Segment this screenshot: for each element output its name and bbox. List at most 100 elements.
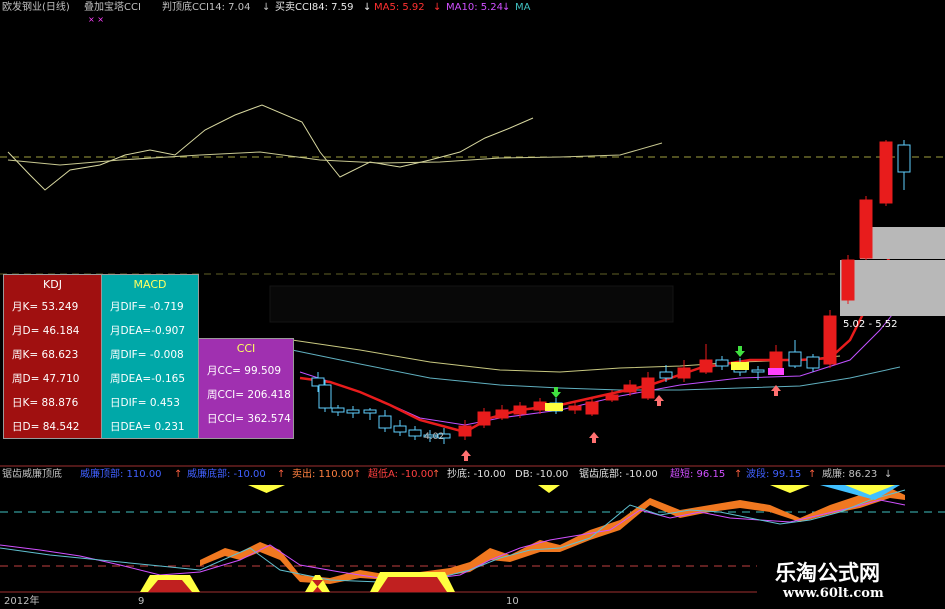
cci-row: 周CCI= 206.418 [207, 389, 291, 401]
ma5-arrow: ↓ [433, 2, 442, 13]
lower-readout-sell: 卖出: 110.00 [292, 469, 354, 480]
candle-body [841, 259, 855, 301]
cci-panel: CCI 月CC= 99.509 周CCI= 206.418 日CCI= 362.… [198, 338, 294, 439]
candle-body [513, 405, 527, 415]
lower-readout-williams: 威廉: 86.23 [822, 469, 878, 480]
cci84-arrow: ↓ [363, 2, 372, 13]
kdj-panel: KDJ 月K= 53.249 月D= 46.184 周K= 68.623 周D=… [3, 274, 102, 439]
candle-body [823, 315, 837, 365]
top-signal-shape [538, 485, 560, 493]
buy-arrow-icon [589, 432, 599, 443]
lower-readout-arrow: ↑ [353, 469, 362, 480]
candle-body [788, 351, 802, 367]
ma5-readout: MA5: 5.92 [374, 2, 425, 13]
magenta-signal-candle [768, 368, 784, 375]
candle-body [715, 359, 729, 367]
kdj-row: 周D= 47.710 [12, 373, 80, 385]
top-signal-shape [770, 485, 810, 493]
macd-row: 月DIF= -0.719 [110, 301, 184, 313]
low-price-label: 4.02 [424, 432, 445, 442]
lower-readout-arrow: ↑ [432, 469, 441, 480]
kdj-row: 周K= 68.623 [12, 349, 79, 361]
cci14-line [7, 104, 534, 191]
indicator-name: 叠加宝塔CCI [84, 2, 141, 13]
cci-row: 月CC= 99.509 [207, 365, 282, 377]
candle-body [897, 144, 911, 173]
kdj-title: KDJ [43, 278, 62, 291]
lower-readout-superlow: 超低A: -10.00 [368, 469, 434, 480]
candle-body [769, 351, 783, 371]
candle-body [623, 384, 637, 393]
time-axis-month-9: 9 [138, 596, 145, 607]
candle-body [533, 401, 547, 411]
buy-arrow-icon [461, 450, 471, 461]
lower-readout-arrow: ↓ [884, 469, 893, 480]
lower-readout-williams-bottom: 威廉底部: -10.00 [187, 469, 266, 480]
cci84-line [7, 142, 663, 166]
sell-arrow-icon [735, 346, 745, 357]
chart-window: 欧发钢业(日线) 叠加宝塔CCI 判顶底CCI14: 7.04 ↓ 买卖CCI8… [0, 0, 945, 609]
candle-body [378, 415, 392, 429]
price-range-label: 5.02 - 5.52 [843, 319, 898, 330]
lower-readout-ultrashort: 超短: 96.15 [670, 469, 726, 480]
kdj-row: 月D= 46.184 [12, 325, 80, 337]
lower-readout-swing: 波段: 99.15 [746, 469, 802, 480]
candle-body [346, 409, 360, 414]
cci-row: 日CCI= 362.574 [207, 413, 291, 425]
ma10-readout: MA10: 5.24 [446, 2, 504, 13]
kdj-row: 日D= 84.542 [12, 421, 80, 433]
lower-readout-sawtooth-bottom: 锯齿底部: -10.00 [579, 469, 658, 480]
cci84-readout: 买卖CCI84: 7.59 [275, 2, 354, 13]
lower-readout-arrow: ↑ [277, 469, 286, 480]
sell-arrow-icon [551, 387, 561, 398]
macd-row: 周DEA=-0.165 [110, 373, 186, 385]
buy-arrow-icon [654, 395, 664, 406]
candle-body [859, 199, 873, 259]
dim-overlay-block [269, 285, 674, 323]
candle-body [659, 371, 673, 379]
macd-row: 周DIF= -0.008 [110, 349, 184, 361]
macd-row: 日DIF= 0.453 [110, 397, 180, 409]
candle-body [363, 409, 377, 414]
candle-body [318, 384, 332, 409]
yellow-signal-candle [545, 403, 563, 411]
candle-body [677, 367, 691, 379]
candle-body [585, 401, 599, 415]
time-axis-year: 2012年 [4, 596, 40, 607]
stock-title: 欧发钢业(日线) [2, 2, 70, 13]
top-signal-shape [248, 485, 285, 493]
macd-title: MACD [133, 278, 167, 291]
overlay-block [533, 12, 945, 140]
ma-more-readout: MA [515, 2, 531, 13]
lower-readout-arrow: ↑ [734, 469, 743, 480]
macd-row: 日DEA= 0.231 [110, 421, 185, 433]
yellow-signal-candle [731, 362, 749, 370]
lower-readout-db: DB: -10.00 [515, 469, 569, 480]
candle-body [458, 425, 472, 437]
candle-body [641, 377, 655, 399]
kdj-row: 月K= 53.249 [12, 301, 79, 313]
watermark-box: 乐淘公式网 www.60lt.com [757, 549, 945, 609]
cci14-readout: 判顶底CCI14: 7.04 [162, 2, 251, 13]
watermark-name: 乐淘公式网 [775, 560, 880, 585]
macd-panel: MACD 月DIF= -0.719 月DEA=-0.907 周DIF= -0.0… [101, 274, 199, 439]
candle-body [495, 409, 509, 419]
lower-readout-williams-top: 威廉顶部: 110.00 [80, 469, 162, 480]
candle-body [751, 369, 765, 373]
ma10-arrow: ↓ [502, 2, 511, 13]
macd-row: 月DEA=-0.907 [110, 325, 186, 337]
candle-body [393, 425, 407, 433]
grey-block [860, 227, 945, 259]
lower-indicator-name: 锯齿威廉顶底 [2, 469, 62, 480]
candle-body [879, 141, 893, 204]
bottom-signal-fill [378, 577, 447, 592]
lower-readout-bottom-fishing: 抄底: -10.00 [447, 469, 506, 480]
lower-readout-arrow: ↑ [808, 469, 817, 480]
candle-body [605, 394, 619, 401]
ma5-line [299, 231, 907, 434]
watermark-url: www.60lt.com [783, 586, 884, 601]
candle-body [699, 359, 713, 373]
grey-block [840, 260, 945, 316]
time-axis-month-10: 10 [506, 596, 519, 607]
candle-body [568, 405, 582, 411]
